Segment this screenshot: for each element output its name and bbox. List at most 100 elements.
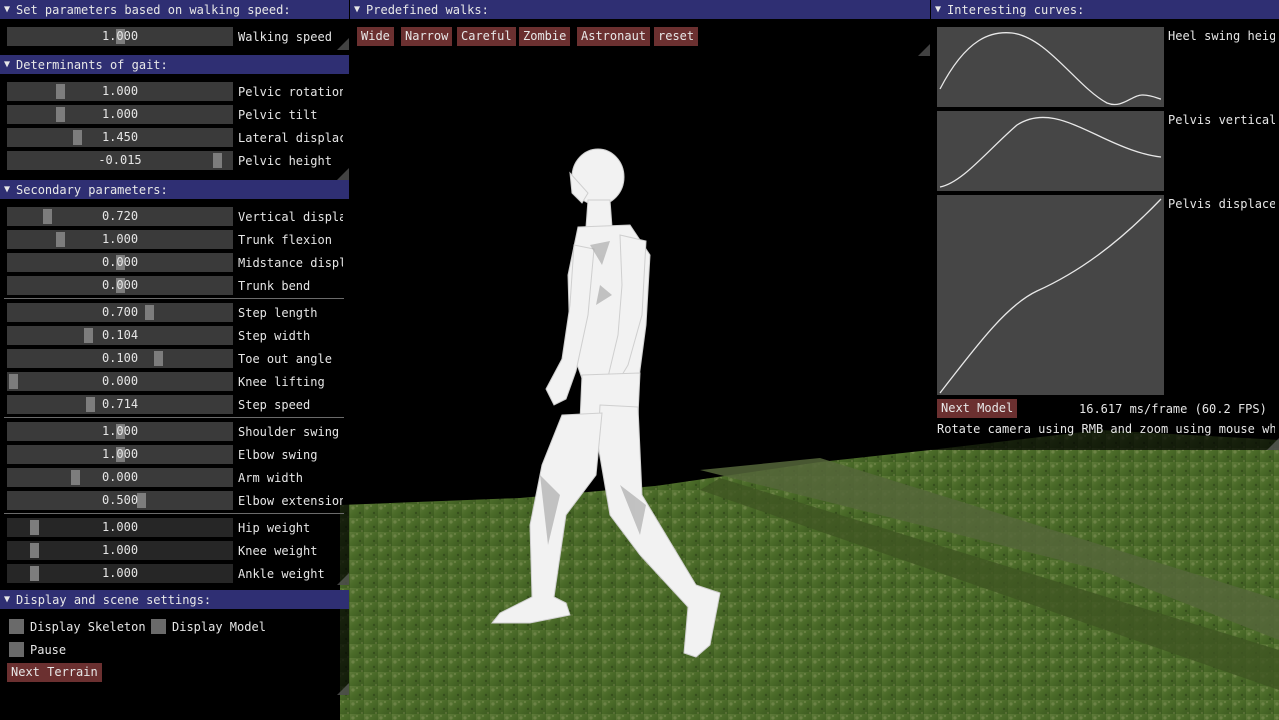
slider-label: Knee weight (238, 543, 318, 558)
slider[interactable]: 1.000 (7, 422, 233, 441)
interesting-curves-panel-title[interactable]: ▼ Interesting curves: (931, 0, 1279, 19)
slider-row: 0.000 Knee lifting (7, 372, 343, 391)
display-skeleton-checkbox[interactable]: Display Skeleton (9, 619, 146, 634)
slider[interactable]: 0.720 (7, 207, 233, 226)
slider-label: Toe out angle (238, 351, 332, 366)
separator (4, 417, 344, 418)
slider-value: 1.450 (101, 130, 139, 144)
resize-grip-icon[interactable] (337, 38, 349, 50)
pelvis-vertical-curve-plot (937, 111, 1164, 191)
slider-row: 0.000 Arm width (7, 468, 343, 487)
slider-value: 0.720 (101, 209, 139, 223)
slider-row: 1.000 Hip weight (7, 518, 343, 537)
resize-grip-icon[interactable] (1267, 438, 1279, 450)
walking-speed-panel: ▼ Set parameters based on walking speed:… (0, 0, 349, 50)
heel-swing-label: Heel swing height (1168, 29, 1275, 43)
collapse-arrow-icon[interactable]: ▼ (4, 594, 10, 605)
slider[interactable]: 0.700 (7, 303, 233, 322)
walk-button-wide[interactable]: Wide (357, 27, 394, 46)
slider[interactable]: 1.000 (7, 27, 233, 46)
display-model-checkbox[interactable]: Display Model (151, 619, 266, 634)
slider[interactable]: 0.000 (7, 276, 233, 295)
collapse-arrow-icon[interactable]: ▼ (4, 59, 10, 70)
walking-speed-panel-title[interactable]: ▼ Set parameters based on walking speed: (0, 0, 349, 19)
pelvis-vertical-label: Pelvis vertical (1168, 113, 1275, 127)
checkbox-label: Display Skeleton (30, 619, 146, 634)
slider-label: Step length (238, 305, 318, 320)
slider-label: Elbow extension (238, 493, 343, 508)
slider-value: 0.100 (101, 351, 139, 365)
slider-row: 0.100 Toe out angle (7, 349, 343, 368)
slider-row: 0.500 Elbow extension (7, 491, 343, 510)
slider[interactable]: 0.000 (7, 253, 233, 272)
heel-swing-curve-plot (937, 27, 1164, 107)
display-settings-panel-title[interactable]: ▼ Display and scene settings: (0, 590, 349, 609)
checkbox-box[interactable] (9, 619, 24, 634)
slider-label: Ankle weight (238, 566, 325, 581)
panel-title: Display and scene settings: (16, 592, 212, 607)
checkbox-box[interactable] (9, 642, 24, 657)
next-terrain-button[interactable]: Next Terrain (7, 663, 102, 682)
slider[interactable]: 0.104 (7, 326, 233, 345)
slider-label: Arm width (238, 470, 304, 485)
collapse-arrow-icon[interactable]: ▼ (4, 184, 10, 195)
slider[interactable]: 1.450 (7, 128, 233, 147)
slider-row: 0.000 Midstance displacement (7, 253, 343, 272)
slider-value: 1.000 (101, 29, 139, 43)
next-model-button[interactable]: Next Model (937, 399, 1018, 418)
slider-value: 1.000 (101, 424, 139, 438)
slider[interactable]: 0.500 (7, 491, 233, 510)
heel-swing-curve (939, 32, 1162, 106)
slider-value: 0.000 (101, 255, 139, 269)
walk-button-careful[interactable]: Careful (457, 27, 516, 46)
slider-label: Knee lifting (238, 374, 325, 389)
walk-button-astronaut[interactable]: Astronaut (577, 27, 651, 46)
pelvis-displacement-curve-plot (937, 195, 1164, 395)
separator (4, 513, 344, 514)
slider-label: Hip weight (238, 520, 311, 535)
pause-checkbox[interactable]: Pause (9, 642, 66, 657)
slider[interactable]: 1.000 (7, 541, 233, 560)
slider-value: 0.700 (101, 305, 139, 319)
slider[interactable]: 0.000 (7, 372, 233, 391)
slider-value: 0.714 (101, 397, 139, 411)
determinants-panel-title[interactable]: ▼ Determinants of gait: (0, 55, 349, 74)
slider-value: 1.000 (101, 566, 139, 580)
collapse-arrow-icon[interactable]: ▼ (4, 4, 10, 15)
slider-value: 0.104 (101, 328, 139, 342)
predefined-walks-panel-title[interactable]: ▼ Predefined walks: (350, 0, 930, 19)
slider-value: 0.000 (101, 470, 139, 484)
slider[interactable]: 0.714 (7, 395, 233, 414)
slider-label: Walking speed (238, 29, 332, 44)
collapse-arrow-icon[interactable]: ▼ (354, 4, 360, 15)
slider[interactable]: 1.000 (7, 445, 233, 464)
panel-title: Determinants of gait: (16, 57, 168, 72)
resize-grip-icon[interactable] (337, 573, 349, 585)
panel-title: Interesting curves: (947, 2, 1085, 17)
slider-label: Trunk bend (238, 278, 311, 293)
walk-button-narrow[interactable]: Narrow (401, 27, 453, 46)
checkbox-box[interactable] (151, 619, 166, 634)
secondary-panel-title[interactable]: ▼ Secondary parameters: (0, 180, 349, 199)
resize-grip-icon[interactable] (337, 683, 349, 695)
slider-label: Trunk flexion (238, 232, 332, 247)
resize-grip-icon[interactable] (337, 168, 349, 180)
predefined-walks-panel: ▼ Predefined walks: Wide Narrow Careful Zom… (350, 0, 930, 56)
slider[interactable]: -0.015 (7, 151, 233, 170)
slider[interactable]: 1.000 (7, 518, 233, 537)
resize-grip-icon[interactable] (918, 44, 930, 56)
slider[interactable]: 0.000 (7, 468, 233, 487)
slider[interactable]: 1.000 (7, 564, 233, 583)
slider[interactable]: 1.000 (7, 230, 233, 249)
fps-readout: 16.617 ms/frame (60.2 FPS) (1079, 402, 1267, 416)
slider-label: Elbow swing (238, 447, 318, 462)
collapse-arrow-icon[interactable]: ▼ (935, 4, 941, 15)
slider-value: 1.000 (101, 232, 139, 246)
slider[interactable]: 1.000 (7, 105, 233, 124)
slider-label: Pelvic tilt (238, 107, 318, 122)
checkbox-label: Pause (30, 642, 67, 657)
walk-button-zombie[interactable]: Zombie (519, 27, 571, 46)
slider[interactable]: 1.000 (7, 82, 233, 101)
slider[interactable]: 0.100 (7, 349, 233, 368)
walk-button-reset[interactable]: reset (654, 27, 699, 46)
